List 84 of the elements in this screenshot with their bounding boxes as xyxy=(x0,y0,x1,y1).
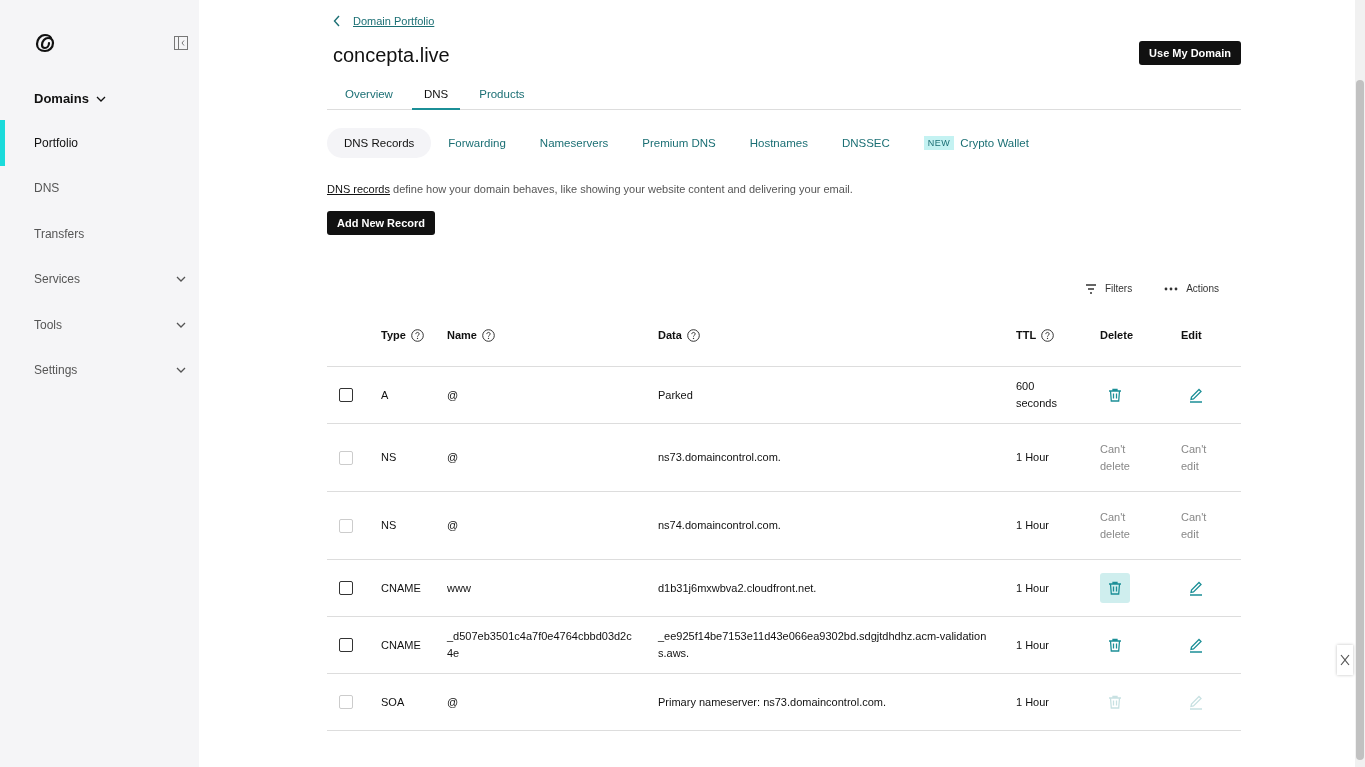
side-panel-handle[interactable] xyxy=(1337,645,1353,675)
subtab[interactable]: DNSSEC xyxy=(824,128,907,158)
row-checkbox[interactable] xyxy=(339,638,353,652)
tab[interactable]: Products xyxy=(467,84,537,110)
row-checkbox[interactable] xyxy=(339,388,353,402)
trash-icon xyxy=(1107,580,1123,596)
record-ttl: 1 Hour xyxy=(1016,580,1051,596)
subtab[interactable]: Nameservers xyxy=(522,128,626,158)
record-type: NS xyxy=(381,519,397,531)
scrollbar[interactable] xyxy=(1355,0,1365,767)
tab[interactable]: Overview xyxy=(333,84,405,110)
record-name: _d507eb3501c4a7f0e4764cbbd03d2c4e xyxy=(447,630,632,659)
sidebar-item[interactable]: Tools xyxy=(0,302,199,348)
use-my-domain-button[interactable]: Use My Domain xyxy=(1139,41,1241,65)
record-name: @ xyxy=(447,695,459,708)
trash-icon xyxy=(1107,637,1123,653)
pencil-icon xyxy=(1188,580,1204,596)
tab[interactable]: DNS xyxy=(411,84,461,110)
column-header: Delete xyxy=(1100,328,1134,343)
filter-icon xyxy=(1084,283,1097,294)
column-header: TTL xyxy=(1016,328,1037,343)
record-type: NS xyxy=(381,451,397,463)
record-name: @ xyxy=(447,519,459,531)
record-data: d1b31j6mxwbva2.cloudfront.net. xyxy=(658,581,817,594)
record-ttl: 1 Hour xyxy=(1016,637,1051,653)
record-type: SOA xyxy=(381,695,405,708)
subtab[interactable]: Premium DNS xyxy=(625,128,733,158)
record-name: @ xyxy=(447,451,459,463)
sidebar-item[interactable]: Transfers xyxy=(0,211,199,257)
help-icon[interactable] xyxy=(686,329,700,342)
sidebar-item[interactable]: Settings xyxy=(0,347,199,393)
column-header: Name xyxy=(447,328,477,343)
help-icon[interactable] xyxy=(481,329,495,342)
unavailable-text: Can't delete xyxy=(1100,441,1131,474)
pencil-icon xyxy=(1188,387,1204,403)
dns-records-link[interactable]: DNS records xyxy=(327,183,390,195)
domain-title: concepta.live xyxy=(333,44,450,67)
more-icon xyxy=(1164,286,1179,291)
collapse-sidebar-icon[interactable] xyxy=(174,36,188,50)
unavailable-text: Can't delete xyxy=(1100,509,1131,542)
sidebar-item[interactable]: Services xyxy=(0,256,199,302)
record-data: ns74.domaincontrol.com. xyxy=(658,519,781,531)
record-type: CNAME xyxy=(381,581,421,594)
record-data: Parked xyxy=(658,388,693,401)
subtab[interactable]: Forwarding xyxy=(431,128,523,158)
trash-icon xyxy=(1107,694,1123,710)
new-badge: NEW xyxy=(923,136,955,150)
record-type: A xyxy=(381,388,389,401)
domains-menu[interactable]: Domains xyxy=(34,91,107,106)
filters-button[interactable]: Filters xyxy=(1084,283,1133,294)
subtab-label[interactable]: Crypto Wallet xyxy=(960,137,1029,149)
row-checkbox[interactable] xyxy=(339,581,353,595)
intro-text: DNS records define how your domain behaves, like showing your website content and delivering your email. xyxy=(327,183,854,195)
column-header: Data xyxy=(658,328,682,343)
back-link[interactable]: Domain Portfolio xyxy=(333,15,435,27)
record-name: @ xyxy=(447,388,459,401)
unavailable-text: Can't edit xyxy=(1181,441,1208,474)
record-type: CNAME xyxy=(381,638,421,651)
scrollbar-thumb[interactable] xyxy=(1356,80,1364,760)
record-ttl: 1 Hour xyxy=(1016,694,1051,710)
record-ttl: 600 seconds xyxy=(1016,379,1058,411)
delete-button[interactable] xyxy=(1100,573,1130,603)
back-chevron-icon xyxy=(333,15,341,27)
help-icon[interactable] xyxy=(1041,329,1055,342)
subtab[interactable]: Hostnames xyxy=(732,128,825,158)
logo-icon[interactable] xyxy=(34,32,56,54)
sidebar-item[interactable]: Portfolio xyxy=(0,120,199,166)
subtab[interactable]: DNS Records xyxy=(327,128,432,158)
record-ttl: 1 Hour xyxy=(1016,450,1051,465)
pencil-icon xyxy=(1188,694,1204,710)
trash-icon xyxy=(1107,387,1123,403)
add-record-button[interactable]: Add New Record xyxy=(327,211,435,235)
actions-button[interactable]: Actions xyxy=(1164,283,1219,294)
record-name: www xyxy=(447,581,471,594)
column-header: Type xyxy=(381,328,406,343)
record-data: Primary nameserver: ns73.domaincontrol.com. xyxy=(658,695,887,708)
help-icon[interactable] xyxy=(410,329,424,342)
record-ttl: 1 Hour xyxy=(1016,518,1051,533)
record-data: _ee925f14be7153e11d43e066ea9302bd.sdgjtdhdhz.acm-validations.aws. xyxy=(658,630,987,659)
sidebar-item[interactable]: DNS xyxy=(0,165,199,211)
pencil-icon xyxy=(1188,637,1204,653)
record-data: ns73.domaincontrol.com. xyxy=(658,451,781,463)
unavailable-text: Can't edit xyxy=(1181,509,1208,542)
column-header: Edit xyxy=(1181,328,1202,343)
